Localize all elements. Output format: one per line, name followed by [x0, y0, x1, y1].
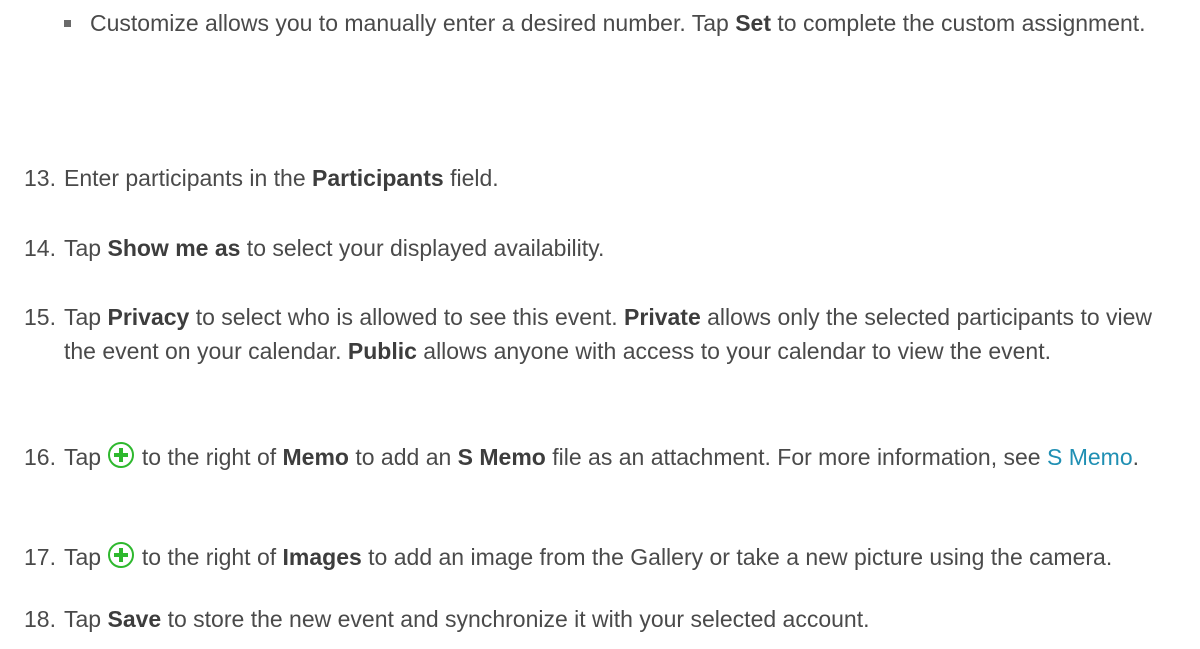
step-text: Tap to the right of Memo to add an S Mem…: [64, 440, 1184, 474]
step-text-part: to add an image from the Gallery or take…: [361, 544, 1113, 570]
step-number: 14.: [24, 235, 56, 261]
bold-s-memo: S Memo: [457, 444, 546, 470]
step-number: 15.: [24, 304, 56, 330]
bold-save: Save: [107, 606, 162, 632]
bold-show-me-as: Show me as: [107, 235, 241, 261]
bold-private: Private: [624, 304, 701, 330]
bullet-text-start: Customize allows you to manually enter a…: [90, 10, 736, 36]
step-text: Tap Save to store the new event and sync…: [64, 602, 1184, 636]
step-text-part: to select your displayed availability.: [240, 235, 605, 261]
bullet-bold-set: Set: [735, 10, 771, 36]
step-text-part: field.: [443, 165, 499, 191]
document-page: Customize allows you to manually enter a…: [0, 0, 1200, 649]
step-text-part: .: [1132, 444, 1140, 470]
plus-circle-icon: [108, 542, 135, 568]
plus-circle-icon: [108, 442, 135, 468]
step-number: 13.: [24, 165, 56, 191]
step-text-part: allows anyone with access to your calend…: [416, 338, 1052, 364]
bold-memo: Memo: [282, 444, 349, 470]
step-text-part: to store the new event and synchronize i…: [161, 606, 870, 632]
step-text-part: to select who is allowed to see this eve…: [189, 304, 625, 330]
step-number: 16.: [24, 444, 56, 470]
step-text: Tap Show me as to select your displayed …: [64, 231, 1184, 265]
step-16: 16. Tap to the right of Memo to add an S…: [24, 440, 1184, 474]
bold-participants: Participants: [312, 165, 444, 191]
step-text-part: Enter participants in the: [64, 165, 313, 191]
step-15: 15. Tap Privacy to select who is allowed…: [24, 300, 1184, 368]
step-number: 18.: [24, 606, 56, 632]
step-18: 18. Tap Save to store the new event and …: [24, 602, 1184, 636]
step-text: Tap to the right of Images to add an ima…: [64, 540, 1184, 574]
step-13: 13. Enter participants in the Participan…: [24, 161, 1184, 195]
s-memo-link[interactable]: S Memo: [1047, 444, 1133, 470]
bullet-text: Customize allows you to manually enter a…: [90, 6, 1184, 40]
step-text-part: Tap: [64, 304, 108, 330]
step-number: 17.: [24, 544, 56, 570]
bold-privacy: Privacy: [107, 304, 190, 330]
step-text-part: Tap: [64, 544, 108, 570]
step-text-part: Tap: [64, 444, 108, 470]
bold-images: Images: [282, 544, 362, 570]
square-bullet-icon: [64, 20, 71, 27]
step-text: Tap Privacy to select who is allowed to …: [64, 300, 1184, 368]
step-text: Enter participants in the Participants f…: [64, 161, 1184, 195]
step-text-part: Tap: [64, 606, 108, 632]
bullet-text-end: to complete the custom assignment.: [771, 10, 1146, 36]
bullet-item-customize: Customize allows you to manually enter a…: [64, 6, 1184, 40]
step-text-part: to the right of: [135, 444, 283, 470]
step-text-part: file as an attachment. For more informat…: [545, 444, 1047, 470]
step-14: 14. Tap Show me as to select your displa…: [24, 231, 1184, 265]
step-text-part: to the right of: [135, 544, 283, 570]
step-text-part: Tap: [64, 235, 108, 261]
step-text-part: to add an: [348, 444, 458, 470]
step-17: 17. Tap to the right of Images to add an…: [24, 540, 1184, 574]
bold-public: Public: [347, 338, 417, 364]
